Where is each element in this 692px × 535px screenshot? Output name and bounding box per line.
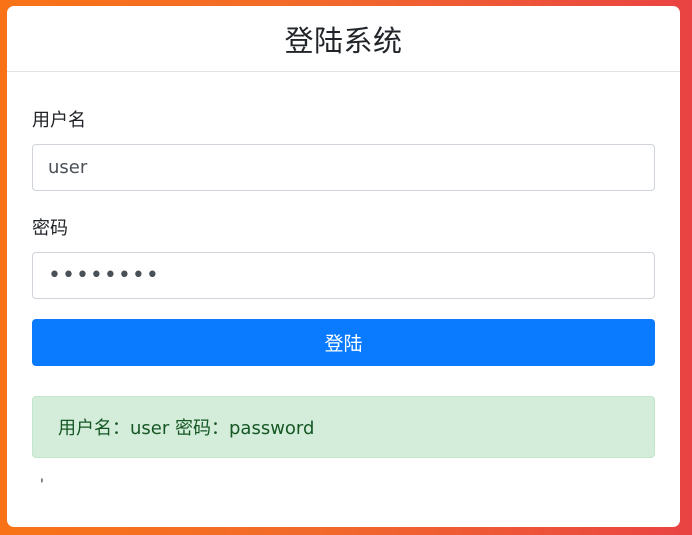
username-label: 用户名	[32, 110, 86, 131]
footer-mark: '	[40, 477, 44, 493]
password-label: 密码	[32, 218, 68, 239]
card-header: 登陆系统	[7, 6, 680, 72]
page-title: 登陆系统	[284, 23, 403, 58]
credentials-hint-text: 用户名：user 密码：password	[58, 418, 315, 439]
credentials-hint-alert: 用户名：user 密码：password	[32, 396, 655, 458]
password-input[interactable]: ••••••••	[32, 252, 655, 299]
username-input[interactable]	[32, 144, 655, 191]
login-button[interactable]: 登陆	[32, 319, 655, 366]
login-card: 登陆系统 用户名 密码 •••••••• 登陆 用户名：user 密码：pass…	[7, 6, 680, 527]
